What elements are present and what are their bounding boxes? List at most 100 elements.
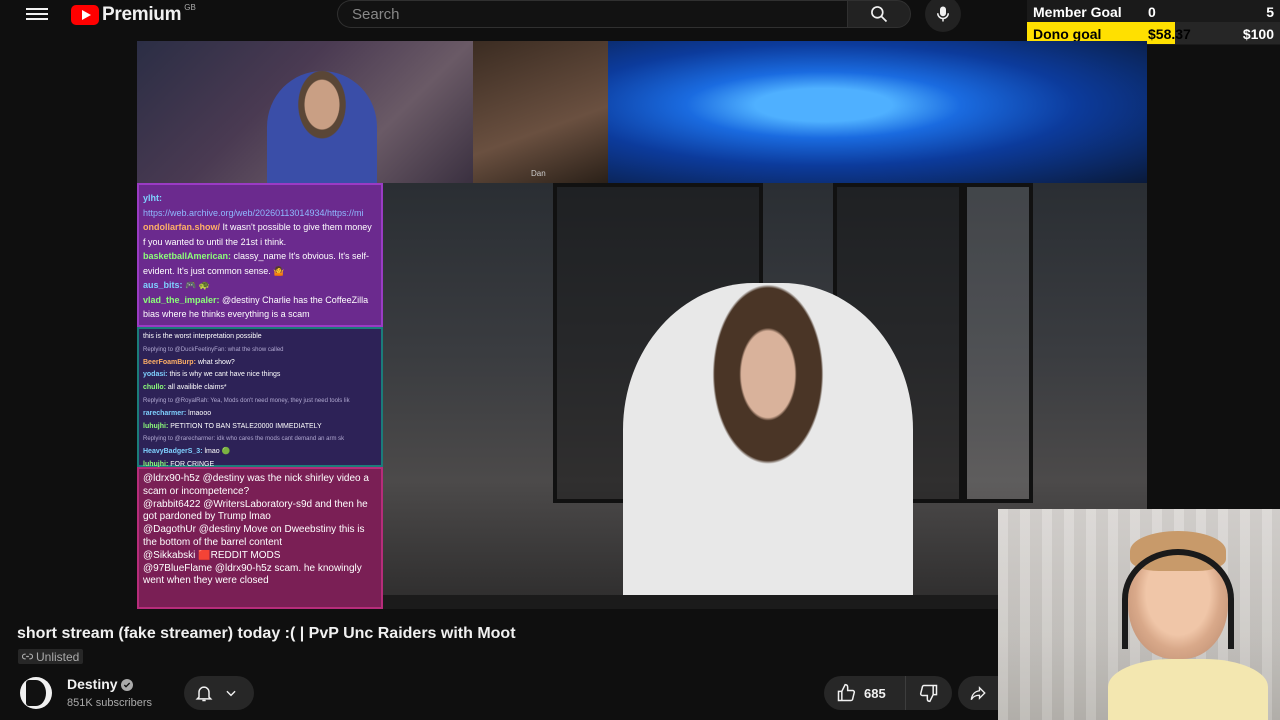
- chat-username: vlad_the_impaler:: [143, 294, 220, 305]
- goal-overlay: Member Goal 0 5 Dono goal $58.37 $100: [1027, 0, 1280, 45]
- dono-goal-current: $58.37: [1148, 26, 1191, 42]
- chat-message: luhujhi: PETITION TO BAN STALE20000 IMME…: [143, 421, 377, 434]
- link-icon: [22, 653, 33, 660]
- unlisted-label: Unlisted: [36, 649, 80, 664]
- chat-username: HeavyBadgerS_3:: [143, 448, 203, 456]
- chat-username: yodasi:: [143, 371, 168, 379]
- chat-message: evident. It's just common sense. 🤷: [143, 264, 377, 279]
- chat-reply-context: Replying to @rarecharmer: idk who cares …: [143, 436, 345, 443]
- like-dislike-group: 685: [824, 676, 952, 710]
- chat-username: basketballAmerican:: [143, 251, 232, 261]
- chat-username: BeerFoamBurp:: [143, 358, 196, 366]
- search-input[interactable]: [338, 1, 847, 27]
- thumbs-down-icon: [919, 684, 938, 703]
- chat-message: basketballAmerican: classy_name It's obv…: [143, 249, 377, 264]
- chat-text: lmao 🟢: [202, 448, 231, 456]
- youtube-premium-logo[interactable]: Premium GB: [71, 2, 196, 26]
- chat-message: @rabbit6422 @WritersLaboratory-s9d and t…: [143, 499, 377, 525]
- chat-message: bias where he thinks everything is a sca…: [143, 307, 377, 322]
- subscriber-count: 851K subscribers: [67, 697, 152, 709]
- chat-text: @rabbit6422 @WritersLaboratory-s9d and t…: [143, 498, 368, 523]
- chat-username: ondollarfan.show/: [143, 222, 221, 232]
- chat-text: It wasn't possible to give them money: [220, 222, 372, 232]
- channel-name[interactable]: Destiny: [67, 676, 118, 692]
- chat-text: all availible claims*: [165, 384, 227, 392]
- chat-reply-context: Replying to @DuckFeetinyFan: what the sh…: [143, 346, 284, 353]
- chat-username: aus_bits:: [143, 280, 183, 290]
- chat-username: ylht:: [143, 193, 162, 203]
- chat-message: @Sikkabski 🟥REDDIT MODS: [143, 550, 377, 563]
- chat-message: this is the worst interpretation possibl…: [143, 331, 377, 344]
- search-box[interactable]: [337, 0, 847, 28]
- streamer-figure: [267, 71, 377, 183]
- chat-message: @DagothUr @destiny Move on Dweebstiny th…: [143, 524, 377, 550]
- dono-goal-label: Dono goal: [1033, 26, 1102, 42]
- chat-text: @destiny Charlie has the CoffeeZilla: [219, 294, 369, 305]
- chat-text: 🎮 🐢: [182, 280, 210, 290]
- bell-icon: [195, 686, 213, 702]
- chat-message: aus_bits: 🎮 🐢: [143, 278, 377, 293]
- chat-text: @DagothUr @destiny Move on Dweebstiny th…: [143, 524, 365, 548]
- search-button[interactable]: [847, 0, 911, 28]
- logo-text: Premium: [102, 4, 182, 25]
- chat-text: this is the worst interpretation possibl…: [143, 333, 262, 340]
- channel-avatar[interactable]: [20, 677, 52, 709]
- chat-message: Replying to @DuckFeetinyFan: what the sh…: [143, 344, 377, 357]
- share-icon: [970, 686, 986, 701]
- chat-message: f you wanted to until the 21st i think.: [143, 235, 377, 250]
- subscription-notifications-button[interactable]: [184, 676, 254, 710]
- chat-username: rarecharmer:: [143, 409, 187, 417]
- unlisted-badge: Unlisted: [18, 649, 84, 664]
- dislike-button[interactable]: [906, 676, 952, 710]
- like-count: 685: [864, 685, 886, 701]
- share-button[interactable]: [958, 676, 998, 710]
- member-goal-current: 0: [1148, 4, 1156, 20]
- chat-text: lmaooo: [186, 409, 212, 417]
- youtube-play-icon: [71, 5, 99, 25]
- chat-text: PETITION TO BAN STALE20000 IMMEDIATELY: [168, 422, 322, 430]
- member-goal-label: Member Goal: [1033, 4, 1122, 20]
- dono-goal-target: $100: [1242, 26, 1274, 42]
- guest-webcam: Dan: [473, 41, 608, 183]
- chat-message: @ldrx90-h5z @destiny was the nick shirle…: [143, 473, 377, 499]
- display-shelf: [963, 183, 1033, 503]
- guest-figure: [623, 283, 913, 609]
- search-icon: [871, 6, 888, 23]
- chat-text: this is why we cant have nice things: [167, 371, 281, 379]
- chat-text: classy_name It's obvious. It's self-: [231, 251, 370, 261]
- chat-text: bias where he thinks everything is a sca…: [143, 309, 310, 319]
- chat-text: f you wanted to until the 21st i think.: [143, 236, 287, 247]
- microphone-icon: [937, 6, 949, 22]
- headset: [1122, 549, 1234, 649]
- guest-cam-label: Dan: [531, 169, 546, 178]
- chat-panel-youtube: @ldrx90-h5z @destiny was the nick shirle…: [137, 467, 383, 609]
- menu-icon[interactable]: [26, 5, 48, 23]
- chat-message: yodasi: this is why we cant have nice th…: [143, 369, 377, 382]
- chat-panel-twitch: ylht: https://web.archive.org/web/2026011…: [137, 183, 383, 327]
- voice-search-button[interactable]: [925, 0, 961, 32]
- streamer-webcam: [137, 41, 473, 183]
- chat-message: ondollarfan.show/ It wasn't possible to …: [143, 220, 377, 235]
- reactor-facecam: [998, 509, 1280, 720]
- chat-overlay: ylht: https://web.archive.org/web/2026011…: [137, 183, 383, 609]
- chat-username: chullo:: [143, 384, 166, 392]
- chat-message: HeavyBadgerS_3: lmao 🟢: [143, 446, 377, 459]
- chat-message: vlad_the_impaler: @destiny Charlie has t…: [143, 293, 377, 308]
- chat-message: https://web.archive.org/web/202601130149…: [143, 206, 377, 221]
- chat-text: @97BlueFlame @ldrx90-h5z scam. he knowin…: [143, 562, 362, 587]
- like-button[interactable]: 685: [824, 676, 906, 710]
- chat-link: https://web.archive.org/web/202601130149…: [143, 207, 364, 218]
- reactor-shirt: [1108, 659, 1268, 720]
- chat-message: chullo: all availible claims*: [143, 382, 377, 395]
- chevron-down-icon: [226, 690, 236, 697]
- chat-text: @ldrx90-h5z @destiny was the nick shirle…: [143, 473, 369, 497]
- country-code: GB: [184, 2, 196, 12]
- chat-message: rarecharmer: lmaooo: [143, 408, 377, 421]
- chat-text: @Sikkabski 🟥REDDIT MODS: [143, 549, 281, 561]
- member-goal-target: 5: [1266, 4, 1274, 20]
- video-player[interactable]: Dan ylht: https://web.archive.org/web/202…: [137, 41, 1147, 609]
- video-title: short stream (fake streamer) today :( | …: [17, 625, 516, 642]
- chat-text: evident. It's just common sense. 🤷: [143, 265, 285, 276]
- channel-logo-icon: [26, 680, 46, 706]
- chat-reply-context: Replying to @RoyalRah: Yea, Mods don't n…: [143, 397, 350, 404]
